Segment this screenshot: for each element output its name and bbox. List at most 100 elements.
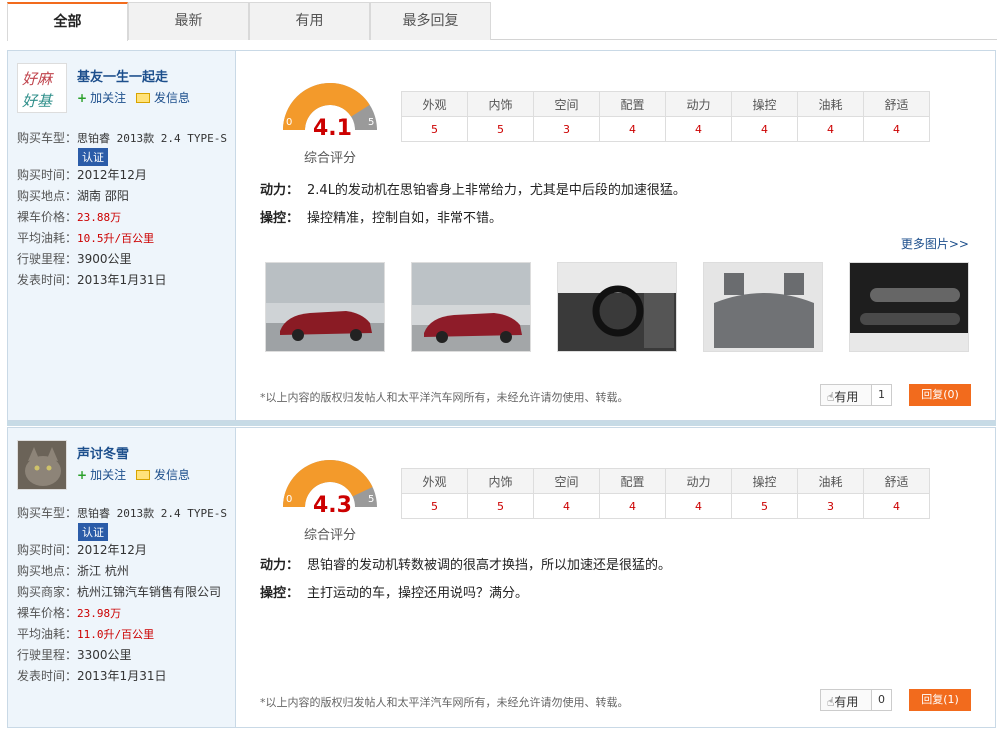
rating-header: 空间 <box>533 91 600 117</box>
rating-header: 动力 <box>665 91 732 117</box>
rating-header: 内饰 <box>467 468 534 494</box>
rating-header: 外观 <box>401 91 468 117</box>
overall-score: 4.3 <box>313 493 352 518</box>
rating-value: 5 <box>467 116 534 142</box>
rating-value: 3 <box>533 116 600 142</box>
rating-value: 3 <box>797 493 864 519</box>
rating-value: 4 <box>797 116 864 142</box>
rating-value: 4 <box>863 493 930 519</box>
useful-count: 0 <box>871 690 891 710</box>
dealer: 购买商家：杭州江锦汽车销售有限公司 <box>17 585 222 599</box>
rating-header: 内饰 <box>467 91 534 117</box>
review-divider <box>7 421 996 426</box>
reviewer-sidebar: 好麻 好基 基友一生一起走 + 加关注 发信息 购买车型：思铂睿 2013款 2.… <box>8 51 236 420</box>
verified-badge: 认证 <box>78 148 108 166</box>
svg-text:好基: 好基 <box>22 92 54 110</box>
tab-latest[interactable]: 最新 <box>128 2 249 40</box>
tab-all[interactable]: 全部 <box>7 2 128 41</box>
svg-text:5: 5 <box>368 494 374 505</box>
message-button[interactable]: 发信息 <box>136 89 190 106</box>
review-main: 0 5 4.3 综合评分 外观 内饰 空间 配置 动力 操控 油耗 舒适 5 5… <box>237 428 995 727</box>
rating-header: 油耗 <box>797 91 864 117</box>
useful-button[interactable]: ☝有用 0 <box>820 689 892 711</box>
more-photos-link[interactable]: 更多图片>> <box>901 235 969 252</box>
review-card: 好麻 好基 基友一生一起走 + 加关注 发信息 购买车型：思铂睿 2013款 2.… <box>7 50 996 421</box>
photo-thumbnail[interactable] <box>703 262 823 352</box>
purchase-place: 购买地点：浙江 杭州 <box>17 564 129 578</box>
rating-value: 4 <box>863 116 930 142</box>
overall-score-label: 综合评分 <box>304 151 357 166</box>
power-comment: 动力： 2.4L的发动机在思铂睿身上非常给力，尤其是中后段的加速很猛。 <box>260 183 686 198</box>
avatar[interactable] <box>17 440 67 490</box>
svg-text:0: 0 <box>286 117 292 128</box>
review-main: 0 5 4.1 综合评分 外观 内饰 空间 配置 动力 操控 油耗 舒适 5 5… <box>237 51 995 420</box>
rating-header: 操控 <box>731 468 798 494</box>
price: 裸车价格：23.88万 <box>17 210 122 224</box>
photo-thumbnail[interactable] <box>265 262 385 352</box>
rating-header: 动力 <box>665 468 732 494</box>
overall-score-label: 综合评分 <box>304 528 357 543</box>
rating-header: 油耗 <box>797 468 864 494</box>
tab-useful[interactable]: 有用 <box>249 2 370 40</box>
rating-value: 5 <box>731 493 798 519</box>
purchase-time: 购买时间：2012年12月 <box>17 168 147 182</box>
photo-thumbnail[interactable] <box>849 262 969 352</box>
rating-table: 外观 内饰 空间 配置 动力 操控 油耗 舒适 5 5 3 4 4 4 4 4 <box>401 91 930 142</box>
review-tabs: 全部 最新 有用 最多回复 <box>7 2 997 41</box>
rating-header: 配置 <box>599 468 666 494</box>
rating-header: 舒适 <box>863 468 930 494</box>
rating-header: 操控 <box>731 91 798 117</box>
avatar[interactable]: 好麻 好基 <box>17 63 67 113</box>
photo-thumbnail[interactable] <box>411 262 531 352</box>
rating-value: 5 <box>401 116 468 142</box>
rating-header: 舒适 <box>863 91 930 117</box>
copyright-notice: *以上内容的版权归发帖人和太平洋汽车网所有，未经允许请勿使用、转载。 <box>260 391 629 404</box>
car-model: 购买车型：思铂睿 2013款 2.4 TYPE-S <box>17 131 227 145</box>
handling-comment: 操控： 主打运动的车，操控还用说吗？满分。 <box>260 586 529 601</box>
rating-value: 4 <box>731 116 798 142</box>
copyright-notice: *以上内容的版权归发帖人和太平洋汽车网所有，未经允许请勿使用、转载。 <box>260 696 629 709</box>
reply-button[interactable]: 回复(0) <box>909 384 971 406</box>
svg-text:0: 0 <box>286 494 292 505</box>
plus-icon: + <box>77 468 88 482</box>
review-card: 声讨冬雪 + 加关注 发信息 购买车型：思铂睿 2013款 2.4 TYPE-S … <box>7 427 996 728</box>
reply-button[interactable]: 回复(1) <box>909 689 971 711</box>
rating-header: 配置 <box>599 91 666 117</box>
rating-value: 5 <box>467 493 534 519</box>
rating-value: 4 <box>599 116 666 142</box>
verified-badge: 认证 <box>78 523 108 541</box>
photo-thumbnail[interactable] <box>557 262 677 352</box>
svg-text:好麻: 好麻 <box>22 70 54 88</box>
svg-text:5: 5 <box>368 117 374 128</box>
tab-most-replies[interactable]: 最多回复 <box>370 2 491 40</box>
follow-button[interactable]: + 加关注 <box>77 466 126 483</box>
post-time: 发表时间：2013年1月31日 <box>17 273 167 287</box>
post-time: 发表时间：2013年1月31日 <box>17 669 167 683</box>
useful-count: 1 <box>871 385 891 405</box>
rating-value: 4 <box>533 493 600 519</box>
handling-comment: 操控： 操控精准，控制自如，非常不错。 <box>260 211 503 226</box>
rating-header: 空间 <box>533 468 600 494</box>
plus-icon: + <box>77 91 88 105</box>
mileage: 行驶里程：3900公里 <box>17 252 132 266</box>
car-model: 购买车型：思铂睿 2013款 2.4 TYPE-S <box>17 506 227 520</box>
price: 裸车价格：23.98万 <box>17 606 122 620</box>
overall-score: 4.1 <box>313 116 352 141</box>
rating-value: 4 <box>599 493 666 519</box>
username[interactable]: 声讨冬雪 <box>77 443 129 462</box>
rating-value: 4 <box>665 116 732 142</box>
rating-value: 5 <box>401 493 468 519</box>
rating-header: 外观 <box>401 468 468 494</box>
purchase-time: 购买时间：2012年12月 <box>17 543 147 557</box>
envelope-icon <box>136 470 150 480</box>
useful-button[interactable]: ☝有用 1 <box>820 384 892 406</box>
power-comment: 动力： 思铂睿的发动机转数被调的很高才换挡，所以加速还是很猛的。 <box>260 558 672 573</box>
message-button[interactable]: 发信息 <box>136 466 190 483</box>
follow-button[interactable]: + 加关注 <box>77 89 126 106</box>
fuel-consumption: 平均油耗：10.5升/百公里 <box>17 231 155 245</box>
username[interactable]: 基友一生一起走 <box>77 66 168 85</box>
mileage: 行驶里程：3300公里 <box>17 648 132 662</box>
envelope-icon <box>136 93 150 103</box>
purchase-place: 购买地点：湖南 邵阳 <box>17 189 129 203</box>
fuel-consumption: 平均油耗：11.0升/百公里 <box>17 627 155 641</box>
